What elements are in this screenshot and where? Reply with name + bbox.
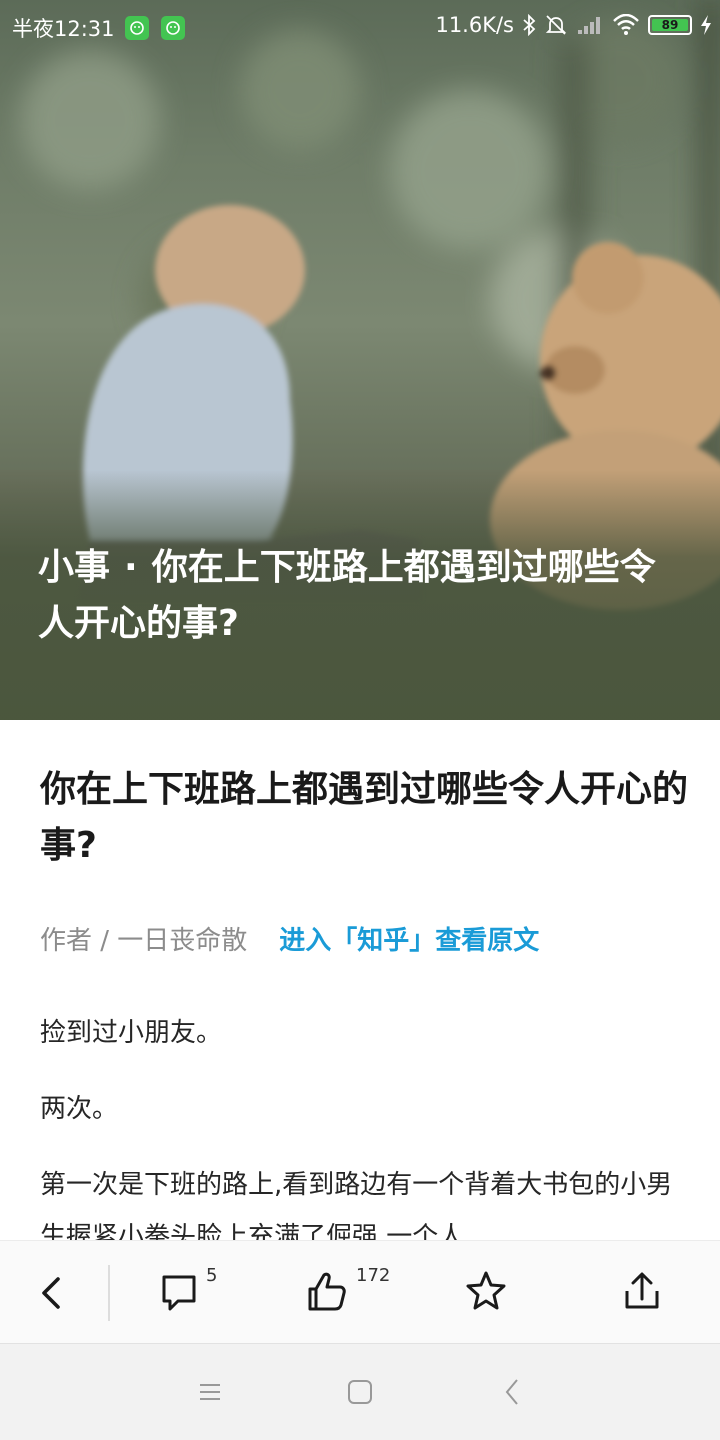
battery-level: 89: [652, 19, 688, 31]
signal-icon: [578, 17, 600, 34]
home-nav-button[interactable]: [342, 1374, 378, 1410]
hero-title-prefix: 小事: [38, 547, 111, 588]
hero-title: 小事 · 你在上下班路上都遇到过哪些令人开心的事?: [38, 540, 688, 652]
back-button[interactable]: [36, 1269, 64, 1317]
like-count: 172: [356, 1265, 391, 1286]
article-byline: 作者 / 一日丧命散 进入「知乎」查看原文: [40, 920, 690, 957]
back-icon: [42, 1277, 60, 1309]
view-source-link[interactable]: 进入「知乎」查看原文: [279, 920, 539, 957]
app-badge-icon: [160, 16, 185, 40]
star-icon: [466, 1271, 506, 1310]
like-button[interactable]: 172: [306, 1265, 390, 1317]
article-paragraph: 两次。: [40, 1094, 119, 1124]
favorite-button[interactable]: [464, 1269, 508, 1317]
comment-button[interactable]: 5: [160, 1265, 217, 1317]
comment-icon: [162, 1275, 196, 1311]
comment-count: 5: [206, 1265, 218, 1286]
hero-title-separator: ·: [124, 547, 138, 588]
home-icon: [348, 1380, 372, 1404]
status-bar-left: 半夜12:31: [12, 13, 197, 43]
share-button[interactable]: [622, 1269, 662, 1317]
article-paragraph: 捡到过小朋友。: [40, 1018, 223, 1048]
status-bar-right: 11.6K/s 89: [435, 13, 712, 37]
chevron-left-icon: [505, 1379, 518, 1405]
author-label: 作者 / 一日丧命散: [40, 926, 248, 956]
action-bar-divider: [108, 1265, 110, 1321]
mute-icon: [545, 15, 567, 35]
like-icon: [308, 1272, 346, 1311]
share-icon: [625, 1272, 659, 1309]
bluetooth-icon: [523, 14, 536, 36]
article-title: 你在上下班路上都遇到过哪些令人开心的事?: [40, 769, 689, 866]
menu-nav-button[interactable]: [192, 1374, 228, 1410]
status-time: 半夜12:31: [12, 17, 115, 41]
status-bar: 半夜12:31 11.6K/s 89: [0, 0, 720, 56]
action-bar: 5 172: [0, 1240, 720, 1344]
menu-icon: [200, 1384, 220, 1400]
article-body: 捡到过小朋友。 两次。 第一次是下班的路上,看到路边有一个背着大书包的小男生握紧…: [40, 1007, 690, 1263]
article: 你在上下班路上都遇到过哪些令人开心的事? 作者 / 一日丧命散 进入「知乎」查看…: [40, 720, 690, 1287]
app-badge-icon: [124, 16, 149, 40]
charging-icon: [701, 15, 711, 35]
wifi-icon: [613, 14, 639, 35]
system-nav-bar: [0, 1344, 720, 1440]
hero-banner: 小事 · 你在上下班路上都遇到过哪些令人开心的事?: [0, 0, 720, 720]
battery-icon: 89: [648, 15, 692, 35]
back-nav-button[interactable]: [494, 1374, 530, 1410]
network-speed: 11.6K/s: [435, 13, 514, 37]
